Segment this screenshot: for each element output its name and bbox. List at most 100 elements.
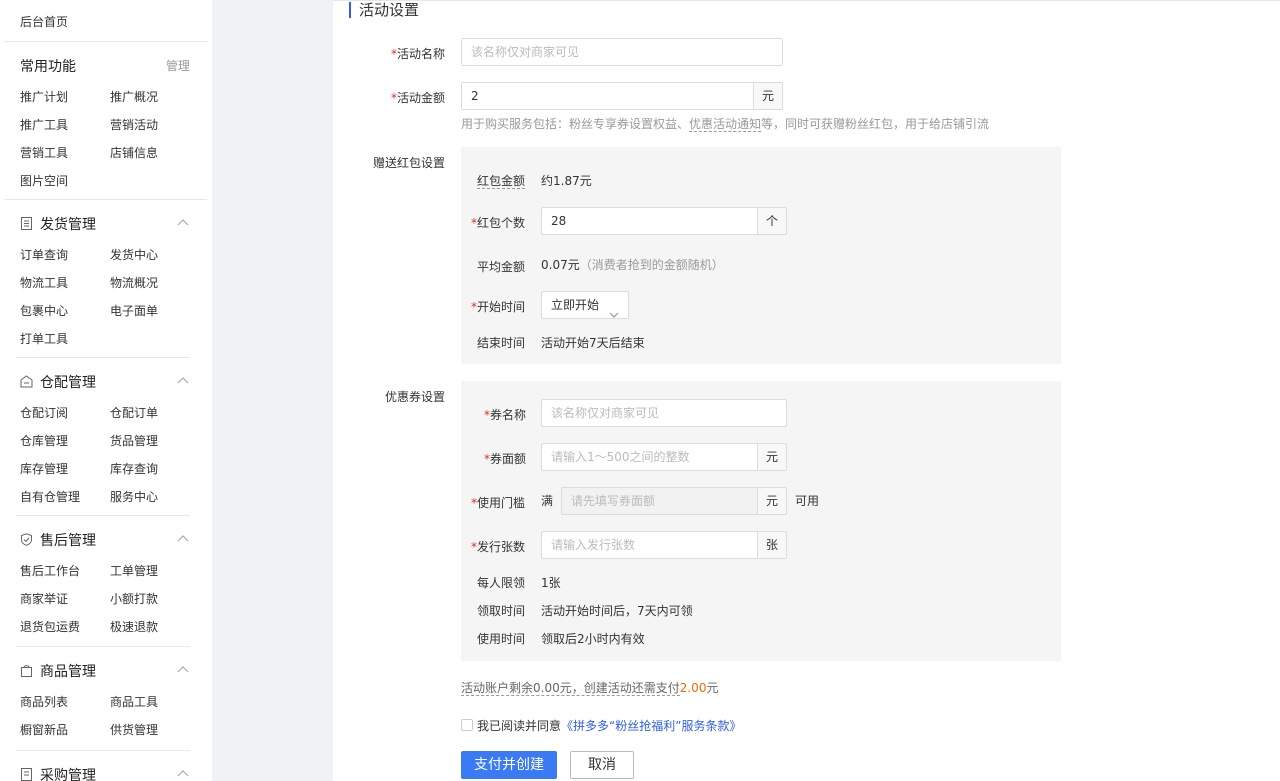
section-title-warehouse[interactable]: 仓配管理 (20, 372, 96, 392)
sidebar-item-logistics-overview[interactable]: 物流概况 (110, 274, 158, 291)
chevron-up-icon[interactable] (177, 373, 189, 384)
coupon-face-input[interactable] (541, 443, 758, 471)
threshold-prefix: 满 (541, 494, 554, 508)
sidebar-item-shop-info[interactable]: 店铺信息 (110, 144, 158, 161)
chevron-up-icon[interactable] (177, 662, 189, 673)
list-icon (20, 768, 33, 781)
activity-amount-input[interactable] (461, 82, 754, 110)
sidebar-item-ticket-manage[interactable]: 工单管理 (110, 562, 158, 579)
bag-icon (20, 664, 33, 677)
sidebar-item-supply-manage[interactable]: 供货管理 (110, 721, 158, 738)
section-title-label: 售后管理 (40, 533, 96, 549)
section-title-label: 商品管理 (40, 664, 96, 680)
sidebar-item-stock-manage[interactable]: 库存管理 (20, 460, 68, 477)
coupon-name-input[interactable] (541, 399, 787, 427)
sidebar-item-parcel-center[interactable]: 包裹中心 (20, 302, 68, 319)
sidebar-item-shipping-center[interactable]: 发货中心 (110, 246, 158, 263)
cancel-button[interactable]: 取消 (570, 751, 634, 779)
promo-notice-link[interactable]: 优惠活动通知 (689, 117, 762, 132)
shield-icon (20, 533, 33, 546)
redpacket-avg-label: 平均金额 (477, 260, 526, 274)
redpacket-count-input[interactable] (541, 207, 758, 235)
sidebar-divider (4, 199, 207, 200)
section-title-purchase[interactable]: 采购管理 (20, 765, 96, 781)
sidebar-item-own-wh[interactable]: 自有仓管理 (20, 488, 80, 505)
sidebar-item-aftersale-desk[interactable]: 售后工作台 (20, 562, 80, 579)
agreement-text: 我已阅读并同意《拼多多“粉丝抢福利”服务条款》 (477, 719, 742, 733)
threshold-input[interactable] (561, 487, 758, 515)
sidebar-item-print-tools[interactable]: 打单工具 (20, 330, 68, 347)
chevron-up-icon[interactable] (177, 215, 189, 226)
chevron-down-icon (609, 301, 619, 327)
sidebar-item-order-query[interactable]: 订单查询 (20, 246, 68, 263)
sidebar-item-image-space[interactable]: 图片空间 (20, 172, 68, 189)
activity-name-input[interactable] (461, 38, 783, 66)
coupon-face-unit: 元 (758, 443, 787, 471)
activity-amount-unit: 元 (754, 82, 783, 110)
receive-time-label: 领取时间 (477, 604, 526, 618)
sidebar-item-wh-subscribe[interactable]: 仓配订阅 (20, 404, 68, 421)
per-person-limit-value: 1张 (541, 576, 561, 590)
threshold-suffix: 可用 (795, 494, 820, 508)
manage-link[interactable]: 管理 (166, 57, 190, 74)
pay-and-create-button[interactable]: 支付并创建 (461, 751, 557, 779)
sidebar-item-goods-manage[interactable]: 货品管理 (110, 432, 158, 449)
redpacket-count-unit: 个 (758, 207, 787, 235)
sidebar-item-logistics-tools[interactable]: 物流工具 (20, 274, 68, 291)
end-time-value: 活动开始7天后结束 (541, 336, 645, 350)
redpacket-settings-label: 赠送红包设置 (372, 156, 445, 170)
sidebar-item-merchant-evidence[interactable]: 商家举证 (20, 590, 68, 607)
chevron-up-icon[interactable] (177, 531, 189, 542)
per-person-limit-label: 每人限领 (477, 576, 526, 590)
sidebar-item-service-center[interactable]: 服务中心 (110, 488, 158, 505)
account-balance-note: 活动账户剩余0.00元，创建活动还需支付2.00元 (461, 681, 719, 696)
sidebar-item-goods-list[interactable]: 商品列表 (20, 693, 68, 710)
issue-count-unit: 张 (758, 531, 787, 559)
sidebar-divider (4, 41, 207, 42)
use-time-label: 使用时间 (477, 632, 526, 646)
threshold-label: *使用门槛 (471, 496, 526, 510)
use-time-value: 领取后2小时内有效 (541, 632, 645, 646)
section-title-common: 常用功能 (20, 59, 76, 75)
sidebar-item-promo-plan[interactable]: 推广计划 (20, 88, 68, 105)
coupon-settings-label: 优惠券设置 (384, 390, 445, 404)
redpacket-amount-label: 红包金额 (477, 174, 526, 189)
start-time-label: *开始时间 (471, 300, 526, 314)
sidebar-item-promo-tools[interactable]: 推广工具 (20, 116, 68, 133)
sidebar-item-return-shipping[interactable]: 退货包运费 (20, 618, 80, 635)
sidebar-divider (16, 646, 190, 647)
sidebar-item-goods-tools[interactable]: 商品工具 (110, 693, 158, 710)
redpacket-amount-value: 约1.87元 (541, 174, 592, 188)
page-title: 活动设置 (349, 1, 419, 19)
redpacket-avg-value: 0.07元（消费者抢到的金额随机） (541, 258, 724, 272)
threshold-unit: 元 (758, 487, 787, 515)
sidebar-item-promo-overview[interactable]: 推广概况 (110, 88, 158, 105)
activity-amount-label: *活动金额 (390, 91, 445, 105)
service-terms-link[interactable]: 《拼多多“粉丝抢福利”服务条款》 (561, 719, 741, 733)
activity-name-label: *活动名称 (390, 47, 445, 61)
section-title-shipping[interactable]: 发货管理 (20, 214, 96, 234)
agreement-checkbox[interactable] (461, 719, 473, 731)
sidebar-item-wh-manage[interactable]: 仓库管理 (20, 432, 68, 449)
section-title-goods[interactable]: 商品管理 (20, 661, 96, 681)
sidebar-item-marketing-tools[interactable]: 营销工具 (20, 144, 68, 161)
page-gutter (212, 0, 333, 781)
sidebar-item-window-new[interactable]: 橱窗新品 (20, 721, 68, 738)
sidebar-item-fast-refund[interactable]: 极速退款 (110, 618, 158, 635)
sidebar-home-link[interactable]: 后台首页 (20, 13, 68, 30)
issue-count-input[interactable] (541, 531, 758, 559)
sidebar: 后台首页 常用功能 管理 推广计划 推广概况 推广工具 营销活动 营销工具 店铺… (0, 0, 212, 781)
chevron-up-icon[interactable] (177, 766, 189, 777)
sidebar-item-stock-query[interactable]: 库存查询 (110, 460, 158, 477)
sidebar-item-marketing-activity[interactable]: 营销活动 (110, 116, 158, 133)
activity-amount-hint: 用于购买服务包括：粉丝专享券设置权益、优惠活动通知等，同时可获赠粉丝红包，用于给… (461, 117, 990, 132)
document-icon (20, 217, 33, 230)
receive-time-value: 活动开始时间后，7天内可领 (541, 604, 693, 618)
section-title-aftersale[interactable]: 售后管理 (20, 530, 96, 550)
sidebar-item-wh-orders[interactable]: 仓配订单 (110, 404, 158, 421)
start-time-select[interactable]: 立即开始 (541, 291, 629, 319)
sidebar-item-e-waybill[interactable]: 电子面单 (110, 302, 158, 319)
sidebar-item-small-payment[interactable]: 小额打款 (110, 590, 158, 607)
end-time-label: 结束时间 (477, 336, 526, 350)
start-time-value: 立即开始 (551, 298, 600, 312)
